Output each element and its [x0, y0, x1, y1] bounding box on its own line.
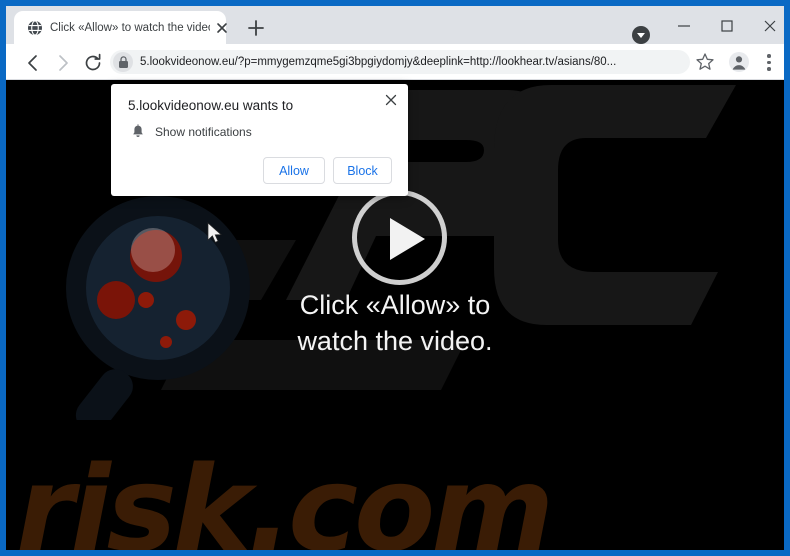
window-maximize-button[interactable] [709, 14, 745, 38]
screenshot-blue-frame: Click «Allow» to watch the video. 5.look… [0, 0, 790, 556]
allow-button[interactable]: Allow [263, 157, 325, 184]
dialog-title: 5.lookvideonow.eu wants to [128, 98, 294, 113]
mouse-pointer-icon [207, 222, 222, 243]
address-bar[interactable]: 5.lookvideonow.eu/?p=mmygemzqme5gi3bpgiy… [110, 50, 690, 74]
arrow-left-icon[interactable] [21, 51, 45, 75]
tab-strip: Click «Allow» to watch the video. [6, 6, 784, 44]
page-headline: Click «Allow» to watch the video. [6, 287, 784, 359]
permission-label: Show notifications [155, 125, 252, 139]
star-icon[interactable] [694, 51, 716, 73]
browser-tab[interactable]: Click «Allow» to watch the video. [14, 11, 227, 44]
reload-icon[interactable] [81, 51, 105, 75]
play-icon[interactable] [352, 190, 447, 285]
chevron-down-circle-icon[interactable] [632, 26, 650, 44]
block-button[interactable]: Block [333, 157, 392, 184]
globe-icon [27, 20, 43, 36]
browser-toolbar: 5.lookvideonow.eu/?p=mmygemzqme5gi3bpgiy… [6, 44, 784, 80]
close-icon[interactable] [214, 20, 230, 36]
watermark-text: risk.com [16, 440, 554, 550]
lock-icon[interactable] [113, 52, 133, 72]
browser-window: Click «Allow» to watch the video. 5.look… [6, 6, 784, 550]
notification-permission-dialog: 5.lookvideonow.eu wants to Show notifica… [111, 84, 408, 196]
close-icon[interactable] [382, 91, 400, 109]
arrow-right-icon [51, 51, 75, 75]
new-tab-button[interactable] [244, 16, 268, 40]
play-triangle [390, 218, 425, 260]
profile-avatar-icon[interactable] [728, 51, 750, 73]
headline-line-2: watch the video. [297, 326, 493, 356]
window-minimize-button[interactable] [666, 14, 702, 38]
three-dot-menu-icon[interactable] [760, 51, 778, 73]
tab-title: Click «Allow» to watch the video. [50, 22, 210, 34]
headline-line-1: Click «Allow» to [299, 290, 491, 320]
bell-icon [130, 124, 146, 140]
window-close-button[interactable] [752, 14, 784, 38]
url-text: 5.lookvideonow.eu/?p=mmygemzqme5gi3bpgiy… [140, 56, 617, 68]
